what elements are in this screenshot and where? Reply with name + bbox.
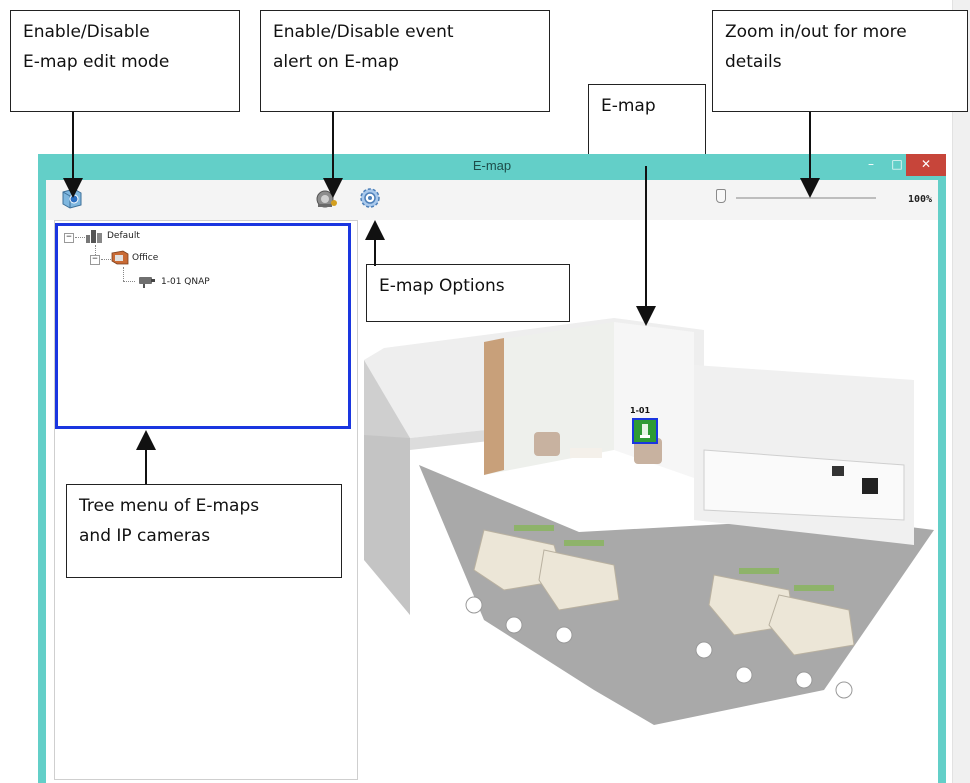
gear-icon[interactable] xyxy=(358,186,382,210)
camera-marker-label: 1-01 xyxy=(630,406,651,415)
callout-tree: Tree menu of E-maps and IP cameras xyxy=(66,484,342,578)
title-bar[interactable]: E-map – □ ✕ xyxy=(38,154,946,180)
map-edit-icon[interactable] xyxy=(60,186,84,210)
document-scrollbar[interactable] xyxy=(952,0,970,783)
callout-zoom-line1: Zoom in/out for more xyxy=(725,22,907,42)
callout-options: E-map Options xyxy=(366,264,570,322)
callout-edit-mode-line1: Enable/Disable xyxy=(23,22,150,42)
callout-tree-line2: and IP cameras xyxy=(79,526,211,546)
toolbar: 100% xyxy=(46,180,938,221)
window-title: E-map xyxy=(472,158,512,173)
callout-event-alert-line1: Enable/Disable event xyxy=(273,22,454,42)
zoom-slider-track[interactable] xyxy=(736,197,876,199)
callout-edit-mode: Enable/Disable E-map edit mode xyxy=(10,10,240,112)
callout-zoom: Zoom in/out for more details xyxy=(712,10,968,112)
minimize-button[interactable]: – xyxy=(858,154,884,176)
camera-marker-icon[interactable] xyxy=(632,418,658,444)
zoom-value: 100% xyxy=(908,194,933,205)
callout-tree-line1: Tree menu of E-maps xyxy=(79,496,260,516)
close-button[interactable]: ✕ xyxy=(906,154,946,176)
callout-emap-line1: E-map xyxy=(601,96,656,116)
callout-event-alert: Enable/Disable event alert on E-map xyxy=(260,10,550,112)
tree-highlight-box xyxy=(55,223,351,429)
callout-event-alert-line2: alert on E-map xyxy=(273,52,399,72)
alarm-bell-icon[interactable] xyxy=(314,186,338,210)
callout-edit-mode-line2: E-map edit mode xyxy=(23,52,170,72)
zoom-slider-thumb[interactable] xyxy=(716,189,726,203)
callout-options-line1: E-map Options xyxy=(379,276,505,296)
callout-zoom-line2: details xyxy=(725,52,782,72)
emap-window: E-map – □ ✕ 100% − Default − Office 1-01… xyxy=(38,154,946,783)
